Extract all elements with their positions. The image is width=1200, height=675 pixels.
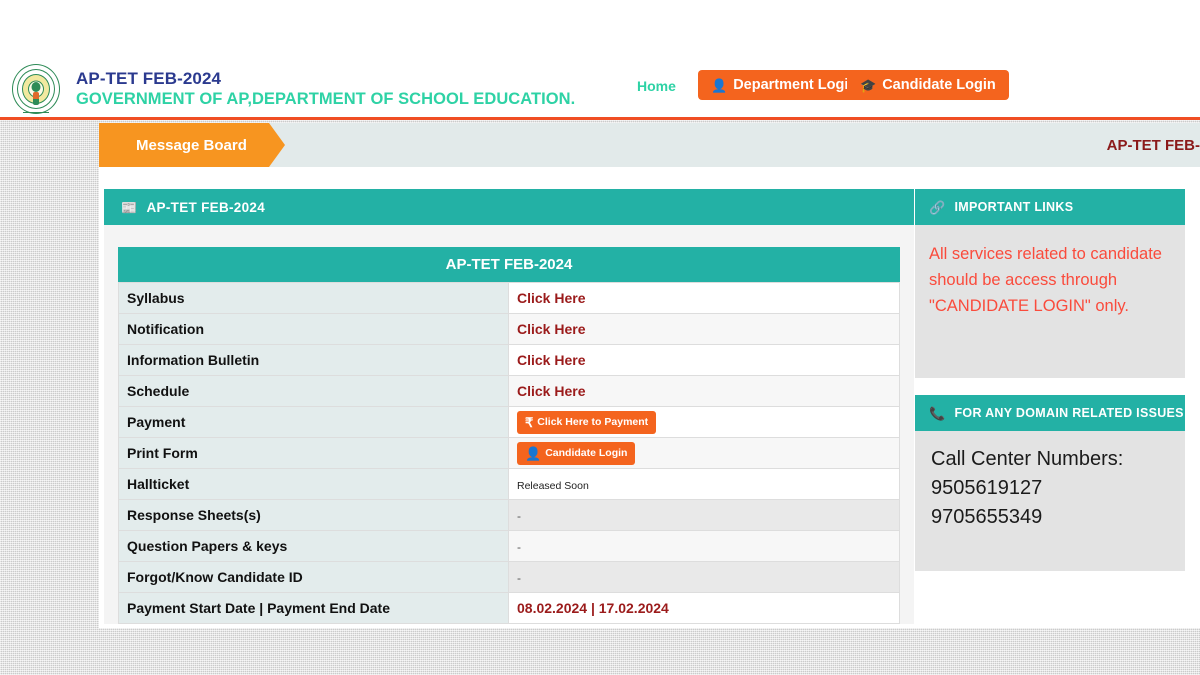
call-center-number-1: 9505619127	[931, 477, 1043, 499]
print-form-candidate-login-button[interactable]: 👤 Candidate Login	[517, 441, 636, 465]
left-panel-body: AP-TET FEB-2024 Syllabus Click Here Noti…	[104, 225, 914, 624]
brand-text: AP-TET FEB-2024 GOVERNMENT OF AP,DEPARTM…	[76, 69, 575, 109]
row-value: -	[508, 530, 900, 562]
site-header: AP-TET FEB-2024 GOVERNMENT OF AP,DEPARTM…	[0, 0, 1200, 120]
table-row: Syllabus Click Here	[118, 282, 900, 314]
candidate-login-notice: All services related to candidate should…	[929, 245, 1162, 315]
row-label: Print Form	[118, 437, 509, 469]
domain-issues-header: 📞 FOR ANY DOMAIN RELATED ISSUES	[915, 395, 1185, 431]
brand: AP-TET FEB-2024 GOVERNMENT OF AP,DEPARTM…	[8, 60, 575, 118]
row-value: -	[508, 561, 900, 593]
department-login-button[interactable]: 👤 Department Login	[698, 70, 871, 100]
rupee-icon: ₹	[525, 414, 534, 430]
aptet-table: AP-TET FEB-2024 Syllabus Click Here Noti…	[118, 247, 900, 624]
hallticket-status: Released Soon	[517, 480, 589, 492]
important-links-header: 🔗 IMPORTANT LINKS	[915, 189, 1185, 225]
table-row: Print Form 👤 Candidate Login	[118, 437, 900, 469]
table-row: Response Sheets(s) -	[118, 499, 900, 531]
newspaper-icon: 📰	[121, 199, 138, 215]
table-row: Forgot/Know Candidate ID -	[118, 561, 900, 593]
table-row: Payment Start Date | Payment End Date 08…	[118, 592, 900, 624]
information-bulletin-click-here-link[interactable]: Click Here	[517, 352, 585, 368]
table-row: Schedule Click Here	[118, 375, 900, 407]
link-chain-icon: 🔗	[929, 199, 946, 215]
site-subtitle: GOVERNMENT OF AP,DEPARTMENT OF SCHOOL ED…	[76, 90, 576, 108]
important-links-title: IMPORTANT LINKS	[954, 200, 1074, 214]
payment-dates-value: 08.02.2024 | 17.02.2024	[517, 600, 669, 616]
row-label: Question Papers & keys	[118, 530, 509, 562]
print-form-button-label: Candidate Login	[545, 447, 628, 459]
site-title: AP-TET FEB-2024	[76, 69, 222, 88]
department-login-label: Department Login	[733, 77, 858, 93]
aptet-table-caption: AP-TET FEB-2024	[118, 247, 900, 282]
row-label: Schedule	[118, 375, 509, 407]
graduation-cap-icon: 🎓	[860, 77, 877, 93]
message-board-tab-label: Message Board	[136, 136, 247, 154]
page-background: AP-TET FEB-2024 GOVERNMENT OF AP,DEPARTM…	[0, 0, 1200, 675]
schedule-click-here-link[interactable]: Click Here	[517, 383, 585, 399]
aptet-table-body: Syllabus Click Here Notification Click H…	[118, 282, 900, 624]
candidate-login-button[interactable]: 🎓 Candidate Login	[847, 70, 1009, 100]
message-board-marquee: AP-TET FEB-	[1107, 123, 1200, 167]
call-center-number-2: 9705655349	[931, 506, 1043, 528]
row-value: Released Soon	[508, 468, 900, 500]
right-panel: 🔗 IMPORTANT LINKS All services related t…	[915, 189, 1185, 571]
row-label: Payment	[118, 406, 509, 438]
user-icon: 👤	[525, 445, 542, 461]
row-label: Response Sheets(s)	[118, 499, 509, 531]
payment-button[interactable]: ₹ Click Here to Payment	[517, 410, 657, 434]
question-papers-value: -	[517, 540, 521, 554]
syllabus-click-here-link[interactable]: Click Here	[517, 290, 585, 306]
row-value: 👤 Candidate Login	[508, 437, 900, 469]
message-board-tab[interactable]: Message Board	[99, 123, 285, 167]
table-row: Question Papers & keys -	[118, 530, 900, 562]
row-label: Hallticket	[118, 468, 509, 500]
row-value: Click Here	[508, 313, 900, 345]
row-label: Information Bulletin	[118, 344, 509, 376]
table-row: Notification Click Here	[118, 313, 900, 345]
user-icon: 👤	[711, 77, 728, 93]
left-panel-title: AP-TET FEB-2024	[146, 199, 266, 215]
row-value: ₹ Click Here to Payment	[508, 406, 900, 438]
row-value: Click Here	[508, 375, 900, 407]
nav-home-link[interactable]: Home	[637, 78, 676, 94]
left-panel: 📰 AP-TET FEB-2024 AP-TET FEB-2024 Syllab…	[104, 189, 914, 624]
notification-click-here-link[interactable]: Click Here	[517, 321, 585, 337]
domain-issues-body: Call Center Numbers: 9505619127 97056553…	[915, 431, 1185, 571]
call-center-label: Call Center Numbers:	[931, 448, 1124, 470]
row-value: Click Here	[508, 344, 900, 376]
row-label: Notification	[118, 313, 509, 345]
table-row: Payment ₹ Click Here to Payment	[118, 406, 900, 438]
response-sheets-value: -	[517, 509, 521, 523]
domain-issues-title: FOR ANY DOMAIN RELATED ISSUES	[954, 406, 1184, 420]
ap-state-emblem-icon	[8, 60, 64, 118]
marquee-text: AP-TET FEB-	[1106, 136, 1200, 154]
candidate-login-label: Candidate Login	[882, 77, 996, 93]
important-links-body: All services related to candidate should…	[915, 225, 1185, 378]
payment-button-label: Click Here to Payment	[537, 416, 649, 428]
content-sheet: 📰 AP-TET FEB-2024 AP-TET FEB-2024 Syllab…	[99, 167, 1200, 628]
row-label: Payment Start Date | Payment End Date	[118, 592, 509, 624]
row-value: 08.02.2024 | 17.02.2024	[508, 592, 900, 624]
forgot-candidate-id-value: -	[517, 571, 521, 585]
row-label: Forgot/Know Candidate ID	[118, 561, 509, 593]
row-value: Click Here	[508, 282, 900, 314]
table-row: Information Bulletin Click Here	[118, 344, 900, 376]
phone-square-icon: 📞	[929, 405, 946, 421]
message-board-strip: Message Board AP-TET FEB-	[99, 123, 1200, 167]
table-row: Hallticket Released Soon	[118, 468, 900, 500]
row-value: -	[508, 499, 900, 531]
row-label: Syllabus	[118, 282, 509, 314]
left-panel-header: 📰 AP-TET FEB-2024	[104, 189, 914, 225]
